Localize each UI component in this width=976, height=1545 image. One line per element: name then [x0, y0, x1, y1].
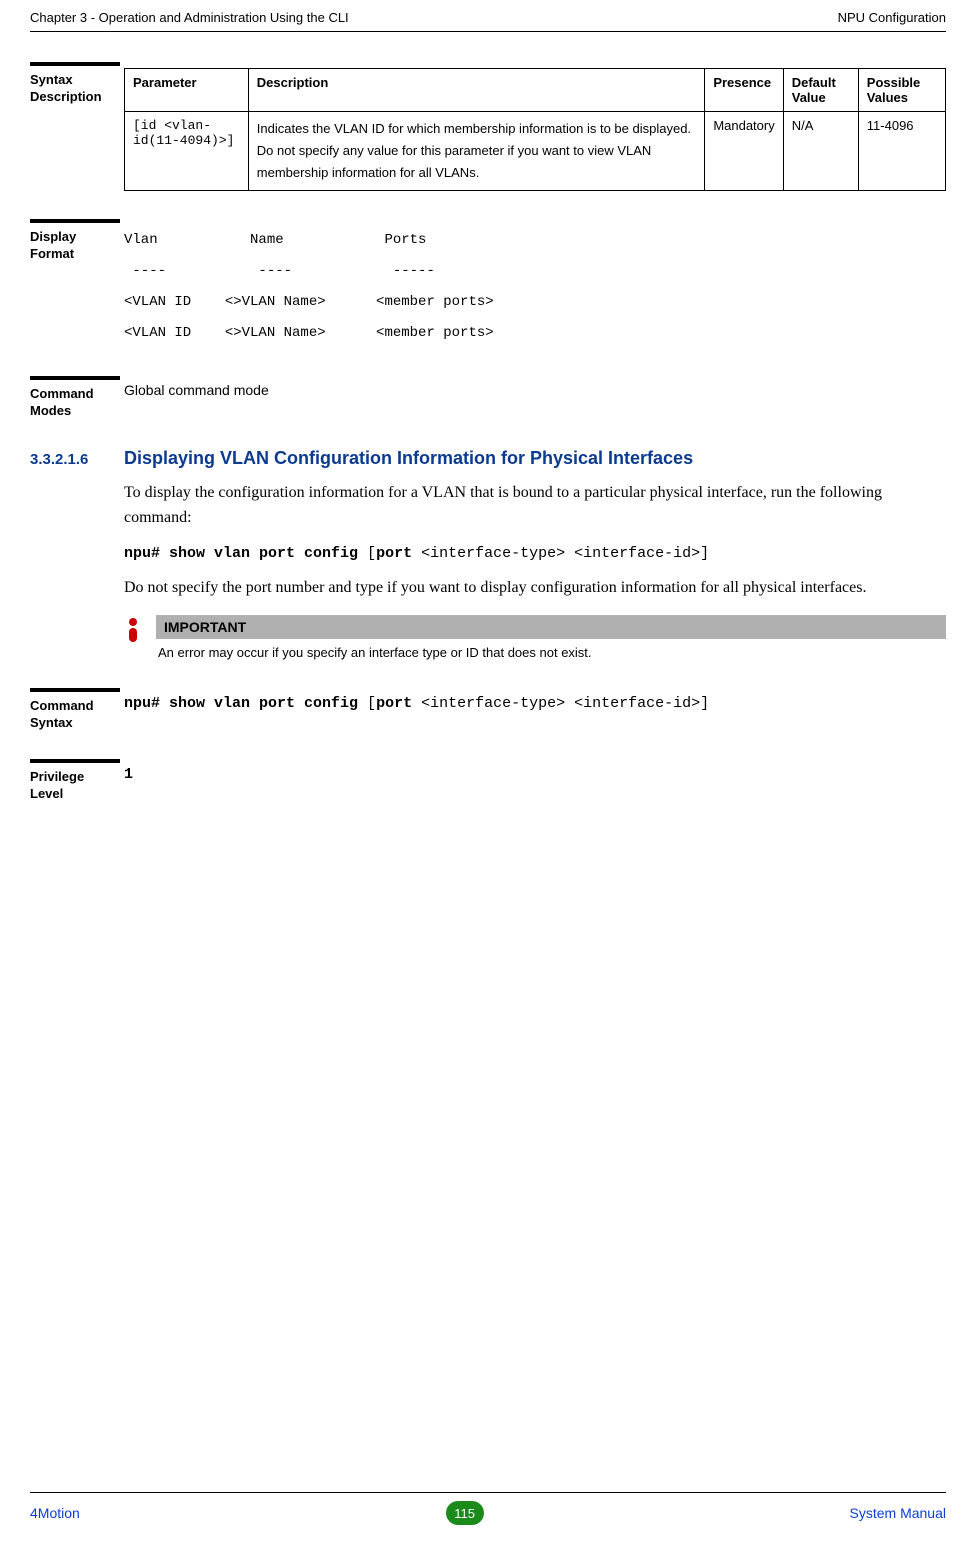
syntax-table: Parameter Description Presence Default V…	[124, 68, 946, 191]
display-format-text: Vlan Name Ports ---- ---- ----- <VLAN ID…	[124, 225, 946, 348]
cs-bold-2: port	[376, 695, 412, 712]
section-heading: 3.3.2.1.6 Displaying VLAN Configuration …	[30, 448, 946, 469]
cell-possible: 11-4096	[858, 112, 945, 191]
command-syntax-value: npu# show vlan port config [port <interf…	[124, 695, 709, 712]
col-parameter: Parameter	[125, 69, 249, 112]
label-line1: Command	[30, 698, 94, 713]
label-line2: Modes	[30, 403, 71, 418]
heading-number: 3.3.2.1.6	[30, 451, 124, 468]
page-header: Chapter 3 - Operation and Administration…	[0, 0, 976, 31]
label-line2: Format	[30, 246, 74, 261]
cmd-bold-1: npu# show vlan port config	[124, 545, 358, 562]
command-syntax-section: Command Syntax npu# show vlan port confi…	[30, 688, 946, 732]
cs-plain-1: [	[358, 695, 376, 712]
cmd-bold-2: port	[376, 545, 412, 562]
privilege-value: 1	[124, 766, 133, 783]
table-header-row: Parameter Description Presence Default V…	[125, 69, 946, 112]
paragraph-2: Do not specify the port number and type …	[124, 576, 946, 601]
important-title: IMPORTANT	[156, 615, 946, 639]
header-rule	[30, 31, 946, 32]
label-line1: Syntax	[30, 72, 73, 87]
footer-right: System Manual	[850, 1505, 946, 1521]
col-presence: Presence	[705, 69, 783, 112]
label-line2: Description	[30, 89, 102, 104]
footer-left: 4Motion	[30, 1505, 80, 1521]
cs-bold-1: npu# show vlan port config	[124, 695, 358, 712]
label-line2: Level	[30, 786, 63, 801]
command-syntax-label: Command Syntax	[30, 688, 120, 732]
header-right: NPU Configuration	[838, 10, 946, 25]
important-note: An error may occur if you specify an int…	[156, 645, 946, 660]
syntax-description-label: Syntax Description	[30, 62, 120, 106]
header-left: Chapter 3 - Operation and Administration…	[30, 10, 349, 25]
important-callout: IMPORTANT An error may occur if you spec…	[124, 615, 946, 660]
cell-parameter: [id <vlan-id(11-4094)>]	[125, 112, 249, 191]
display-format-section: Display Format Vlan Name Ports ---- ----…	[30, 219, 946, 348]
label-line1: Command	[30, 386, 94, 401]
footer-rule	[30, 1492, 946, 1493]
cell-description: Indicates the VLAN ID for which membersh…	[248, 112, 705, 191]
command-example-1: npu# show vlan port config [port <interf…	[124, 545, 946, 562]
page-footer: 4Motion 115 System Manual	[30, 1492, 946, 1525]
table-row: [id <vlan-id(11-4094)>] Indicates the VL…	[125, 112, 946, 191]
label-line1: Privilege	[30, 769, 84, 784]
command-modes-section: Command Modes Global command mode	[30, 376, 946, 420]
info-icon	[124, 615, 144, 645]
col-possible: Possible Values	[858, 69, 945, 112]
label-line1: Display	[30, 229, 76, 244]
syntax-description-section: Syntax Description Parameter Description…	[30, 62, 946, 191]
privilege-level-section: Privilege Level 1	[30, 759, 946, 803]
cs-plain-2: <interface-type> <interface-id>]	[412, 695, 709, 712]
paragraph-1: To display the configuration information…	[124, 481, 946, 531]
display-format-label: Display Format	[30, 219, 120, 263]
command-modes-label: Command Modes	[30, 376, 120, 420]
label-line2: Syntax	[30, 715, 73, 730]
command-modes-value: Global command mode	[124, 382, 269, 398]
cell-default: N/A	[783, 112, 858, 191]
page-number: 115	[446, 1501, 484, 1525]
cmd-plain-1: [	[358, 545, 376, 562]
privilege-level-label: Privilege Level	[30, 759, 120, 803]
heading-text: Displaying VLAN Configuration Informatio…	[124, 448, 693, 469]
cmd-plain-2: <interface-type> <interface-id>]	[412, 545, 709, 562]
col-description: Description	[248, 69, 705, 112]
cell-presence: Mandatory	[705, 112, 783, 191]
col-default: Default Value	[783, 69, 858, 112]
